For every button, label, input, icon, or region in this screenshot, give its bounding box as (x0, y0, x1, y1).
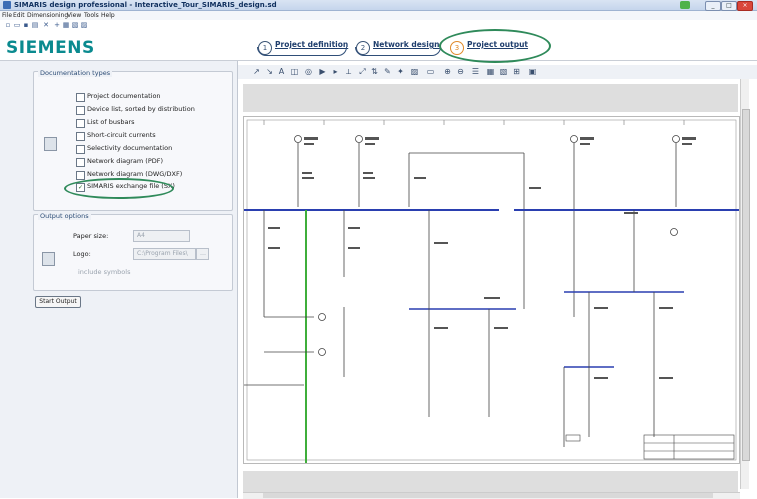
new-icon[interactable]: ▫ (4, 21, 12, 29)
menu-tools[interactable]: Tools (84, 11, 99, 20)
logo-path-field[interactable]: C:\Program Files\ (133, 248, 196, 260)
group-title: Documentation types (38, 69, 113, 77)
canvas-margin-top (243, 84, 738, 112)
menu-help[interactable]: Help (101, 11, 115, 20)
checkbox[interactable] (76, 158, 85, 167)
zoom-window-icon[interactable]: ▭ (426, 67, 435, 76)
maximize-button[interactable]: □ (721, 1, 737, 11)
title-bar: SIMARIS design professional - Interactiv… (0, 0, 757, 11)
checkbox[interactable] (76, 93, 85, 102)
cut-icon[interactable]: ▨ (80, 21, 88, 29)
hand-icon[interactable]: ↘ (265, 67, 274, 76)
layers-icon[interactable]: ▧ (499, 67, 508, 76)
pointer-icon[interactable]: ↗ (252, 67, 261, 76)
zoom-out-icon[interactable]: ⊖ (456, 67, 465, 76)
step-underline (257, 47, 347, 56)
document-icon (44, 137, 57, 151)
app-icon (3, 1, 11, 9)
save-icon[interactable]: ▪ (22, 21, 30, 29)
menu-bar: File Edit Dimensioning View Tools Help (0, 11, 757, 20)
window-title: SIMARIS design professional - Interactiv… (14, 1, 277, 9)
delete-icon[interactable]: ✕ (42, 21, 50, 29)
measure-icon[interactable]: ⟂ (344, 67, 353, 76)
text-icon[interactable]: A (277, 67, 286, 76)
circle-icon[interactable]: ◎ (304, 67, 313, 76)
horizontal-scroll-thumb[interactable] (263, 493, 713, 498)
print-icon[interactable]: ▤ (31, 21, 39, 29)
checkbox-label: Network diagram (PDF) (87, 157, 164, 165)
page-icon[interactable]: ▣ (528, 67, 537, 76)
zoom-in-icon[interactable]: ⊕ (443, 67, 452, 76)
output-sidebar: Documentation types Project documentatio… (0, 61, 238, 498)
vertical-scrollbar[interactable] (740, 79, 750, 489)
drawing-toolbar: ↗ ↘ A ◫ ◎ ▶ ▸ ⟂ ⤢ ⇅ ✎ ✦ ▨ ▭ ⊕ ⊖ ☰ ▦ ▧ ⊞ … (238, 65, 757, 79)
selection-highlight (64, 178, 174, 199)
active-step-highlight (439, 29, 551, 63)
forward-icon[interactable]: ▸ (331, 67, 340, 76)
split-icon[interactable]: ⇅ (370, 67, 379, 76)
siemens-logo: SIEMENS (6, 38, 95, 58)
checkbox-label: Project documentation (87, 92, 161, 100)
paper-size-select[interactable]: A4 (133, 230, 190, 242)
close-button[interactable]: × (737, 1, 753, 11)
menu-edit[interactable]: Edit (13, 11, 25, 20)
marker-icon[interactable]: ✦ (396, 67, 405, 76)
canvas-margin-bottom (243, 471, 738, 492)
frame-icon[interactable]: ◫ (290, 67, 299, 76)
play-icon[interactable]: ▶ (318, 67, 327, 76)
add-icon[interactable]: + (53, 21, 61, 29)
menu-dimensioning[interactable]: Dimensioning (27, 11, 68, 20)
pen-icon[interactable]: ✎ (383, 67, 392, 76)
paste-icon[interactable]: ▧ (71, 21, 79, 29)
checkbox-label: Network diagram (DWG/DXF) (87, 170, 183, 178)
checkbox[interactable] (76, 106, 85, 115)
start-output-button[interactable]: Start Output (35, 296, 81, 308)
menu-file[interactable]: File (2, 11, 12, 20)
export-icon[interactable]: ⊞ (512, 67, 521, 76)
output-icon (42, 252, 55, 266)
network-diagram-canvas (244, 119, 739, 463)
checkbox[interactable] (76, 171, 85, 180)
vertical-scroll-thumb[interactable] (742, 109, 750, 461)
copy-icon[interactable]: ▦ (62, 21, 70, 29)
logo-label: Logo: (73, 250, 91, 258)
checkbox[interactable] (76, 132, 85, 141)
include-symbols-label: include symbols (78, 268, 131, 276)
browse-button[interactable]: … (196, 248, 209, 260)
workflow-steps: 1 Project definition 2 Network design 3 … (0, 33, 757, 61)
align-icon[interactable]: ☰ (471, 67, 480, 76)
checkbox-label: Short-circuit currents (87, 131, 156, 139)
checkbox-label: Device list, sorted by distribution (87, 105, 195, 113)
paper-size-label: Paper size: (73, 232, 109, 240)
fit-icon[interactable]: ⤢ (358, 67, 367, 76)
checkbox[interactable] (76, 119, 85, 128)
open-icon[interactable]: ▭ (13, 21, 21, 29)
status-indicator-icon (680, 1, 690, 9)
group-title: Output options (38, 212, 91, 220)
minimize-button[interactable]: _ (705, 1, 721, 11)
step-underline (355, 47, 441, 56)
network-diagram[interactable] (243, 116, 740, 464)
checkbox-label: Selectivity documentation (87, 144, 173, 152)
menu-view[interactable]: View (67, 11, 81, 20)
checkbox-label: List of busbars (87, 118, 135, 126)
image-icon[interactable]: ▨ (410, 67, 419, 76)
grid-icon[interactable]: ▦ (486, 67, 495, 76)
checkbox[interactable] (76, 145, 85, 154)
